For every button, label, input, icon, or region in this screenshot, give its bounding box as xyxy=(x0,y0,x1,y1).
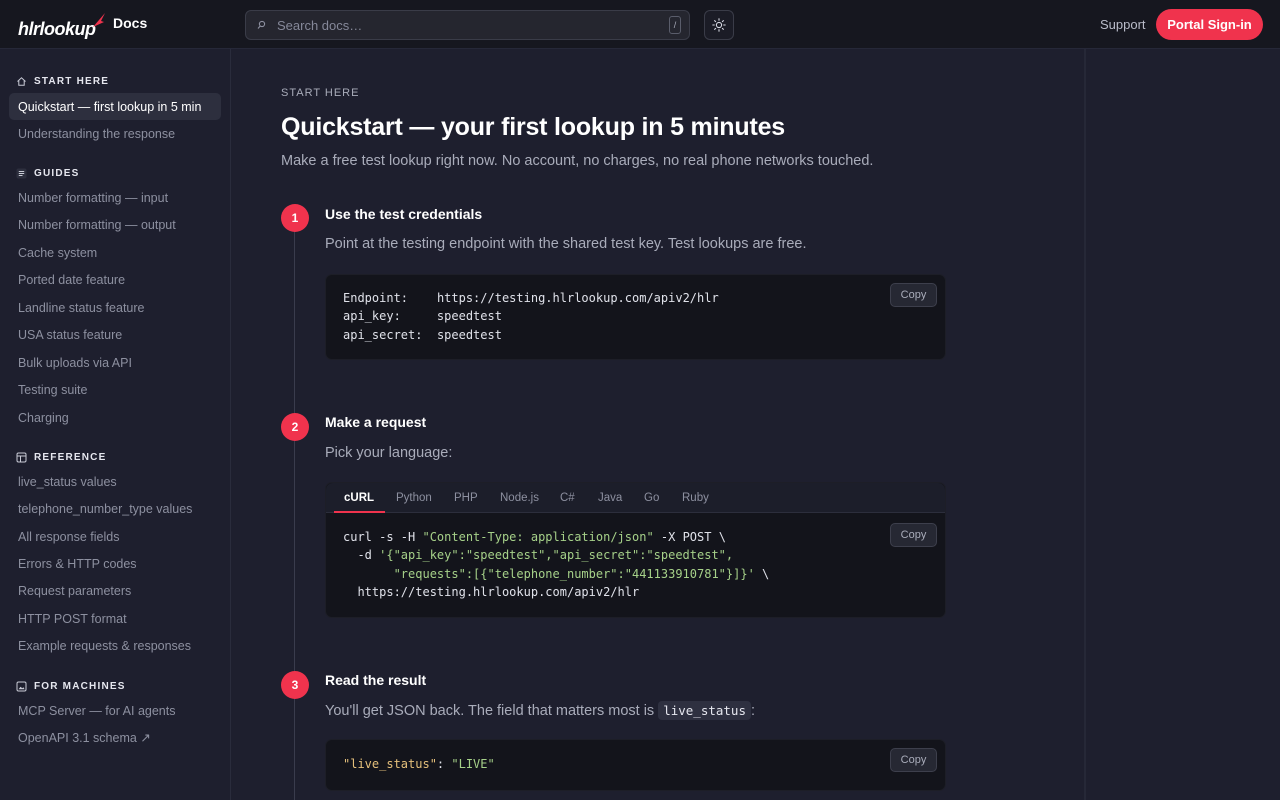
sidebar-item-openapi-schema[interactable]: OpenAPI 3.1 schema ↗ xyxy=(9,724,221,751)
search-icon xyxy=(257,20,266,29)
language-tabs: cURL Python PHP Node.js C# Java Go Ruby xyxy=(326,483,945,513)
active-tab-indicator xyxy=(334,511,385,513)
sidebar-item-quickstart[interactable]: Quickstart — first lookup in 5 min xyxy=(9,93,221,120)
steps-timeline xyxy=(294,218,295,800)
request-code-block: cURL Python PHP Node.js C# Java Go Ruby … xyxy=(325,482,946,618)
tab-curl[interactable]: cURL xyxy=(344,483,374,513)
sidebar-item-all-response-fields[interactable]: All response fields xyxy=(9,523,221,550)
step-3-text: You'll get JSON back. The field that mat… xyxy=(325,701,756,720)
credentials-code: Endpoint: https://testing.hlrlookup.com/… xyxy=(343,291,719,342)
sidebar-item-understanding-response[interactable]: Understanding the response xyxy=(9,120,221,147)
sidebar-item-ported-date[interactable]: Ported date feature xyxy=(9,266,221,293)
support-link[interactable]: Support xyxy=(1100,17,1146,32)
page-title: Quickstart — your first lookup in 5 minu… xyxy=(281,113,785,141)
image-icon xyxy=(16,681,27,691)
sidebar-item-example-requests[interactable]: Example requests & responses xyxy=(9,632,221,659)
copy-credentials-button[interactable]: Copy xyxy=(890,283,937,307)
sidebar-item-telephone-number-type[interactable]: telephone_number_type values xyxy=(9,495,221,522)
step-2-badge: 2 xyxy=(281,413,309,441)
tab-python[interactable]: Python xyxy=(396,483,432,513)
sidebar-item-number-formatting-input[interactable]: Number formatting — input xyxy=(9,184,221,211)
sidebar: START HERE Quickstart — first lookup in … xyxy=(0,49,231,800)
inline-code-live-status: live_status xyxy=(658,701,751,720)
credentials-code-block: Endpoint: https://testing.hlrlookup.com/… xyxy=(325,274,946,360)
right-column-divider xyxy=(1084,49,1086,800)
sidebar-section-reference: REFERENCE xyxy=(16,451,106,463)
sidebar-section-start-here: START HERE xyxy=(16,75,109,87)
sidebar-item-usa-status[interactable]: USA status feature xyxy=(9,321,221,348)
step-1-title: Use the test credentials xyxy=(325,206,483,222)
list-icon xyxy=(16,168,27,178)
tab-php[interactable]: PHP xyxy=(454,483,478,513)
sidebar-item-live-status-values[interactable]: live_status values xyxy=(9,468,221,495)
result-code-block: "live_status": "LIVE" Copy xyxy=(325,739,946,791)
sidebar-section-guides: GUIDES xyxy=(16,167,80,179)
home-icon xyxy=(17,76,26,86)
sidebar-section-for-machines: FOR MACHINES xyxy=(16,680,126,692)
sidebar-item-errors-http-codes[interactable]: Errors & HTTP codes xyxy=(9,550,221,577)
tab-csharp[interactable]: C# xyxy=(560,483,575,513)
sidebar-item-mcp-server[interactable]: MCP Server — for AI agents xyxy=(9,697,221,724)
result-json-code: "live_status": "LIVE" xyxy=(343,757,495,771)
sidebar-item-request-parameters[interactable]: Request parameters xyxy=(9,577,221,604)
sidebar-item-cache-system[interactable]: Cache system xyxy=(9,239,221,266)
step-1-badge: 1 xyxy=(281,204,309,232)
tab-go[interactable]: Go xyxy=(644,483,659,513)
copy-result-button[interactable]: Copy xyxy=(890,748,937,772)
search-shortcut-key: / xyxy=(669,16,681,34)
search-box[interactable]: / xyxy=(245,10,690,40)
tab-java[interactable]: Java xyxy=(598,483,622,513)
table-icon xyxy=(16,452,27,462)
step-2-title: Make a request xyxy=(325,414,427,430)
portal-signin-button[interactable]: Portal Sign-in xyxy=(1156,9,1263,40)
sidebar-item-number-formatting-output[interactable]: Number formatting — output xyxy=(9,211,221,238)
sidebar-item-charging[interactable]: Charging xyxy=(9,404,221,431)
step-2-text: Pick your language: xyxy=(325,445,453,461)
step-3-title: Read the result xyxy=(325,672,427,688)
search-input[interactable] xyxy=(277,17,637,34)
docs-label: Docs xyxy=(113,15,148,31)
page-eyebrow: START HERE xyxy=(281,87,360,99)
tab-ruby[interactable]: Ruby xyxy=(682,483,709,513)
tab-nodejs[interactable]: Node.js xyxy=(500,483,539,513)
sidebar-item-testing-suite[interactable]: Testing suite xyxy=(9,376,221,403)
logo-text: hlrlookup xyxy=(18,19,96,39)
sidebar-item-http-post-format[interactable]: HTTP POST format xyxy=(9,605,221,632)
top-bar: hlrlookup Docs / Support Portal Sign-in xyxy=(0,0,1280,49)
theme-toggle-button[interactable] xyxy=(704,10,734,40)
copy-request-button[interactable]: Copy xyxy=(890,523,937,547)
sidebar-item-landline-status[interactable]: Landline status feature xyxy=(9,294,221,321)
logo-arrow-icon xyxy=(93,13,105,27)
curl-request-code: curl -s -H "Content-Type: application/js… xyxy=(343,530,770,599)
page-lead: Make a free test lookup right now. No ac… xyxy=(281,153,874,169)
brand-logo[interactable]: hlrlookup xyxy=(18,12,106,39)
sun-icon xyxy=(712,18,726,32)
step-3-badge: 3 xyxy=(281,671,309,699)
step-1-text: Point at the testing endpoint with the s… xyxy=(325,236,807,252)
sidebar-item-bulk-uploads[interactable]: Bulk uploads via API xyxy=(9,349,221,376)
